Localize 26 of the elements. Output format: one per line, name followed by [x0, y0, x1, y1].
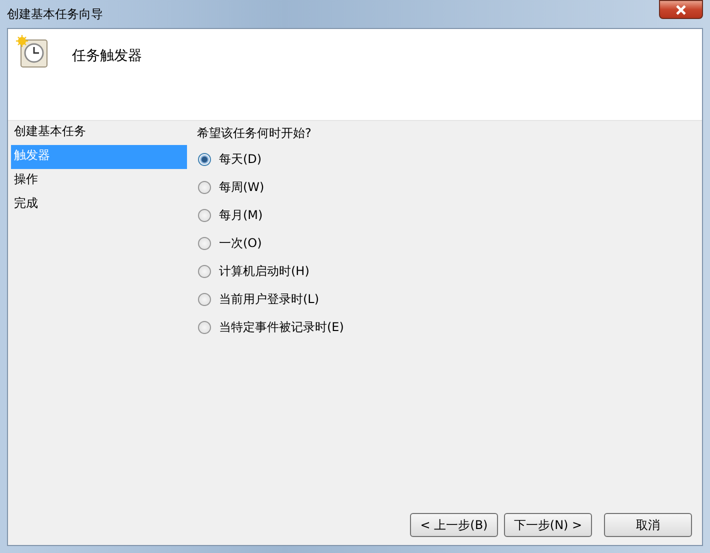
clock-icon	[16, 35, 50, 69]
radio-label: 当特定事件被记录时(E)	[219, 318, 344, 336]
radio-label: 每天(D)	[219, 150, 262, 168]
radio-label: 当前用户登录时(L)	[219, 290, 320, 308]
radio-button[interactable]	[198, 180, 211, 194]
close-icon	[674, 4, 688, 16]
radio-label: 计算机启动时(H)	[219, 262, 310, 280]
close-button[interactable]	[659, 0, 703, 19]
radio-label: 一次(O)	[219, 234, 262, 252]
question-label: 希望该任务何时开始?	[197, 125, 312, 142]
window-title: 创建基本任务向导	[7, 6, 103, 22]
sidebar-item[interactable]: 完成	[11, 193, 187, 217]
wizard-button[interactable]: 取消	[604, 513, 692, 537]
page-heading: 任务触发器	[72, 47, 142, 65]
radio-button[interactable]	[198, 208, 211, 222]
wizard-button[interactable]: 下一步(N) >	[504, 513, 592, 537]
radio-button[interactable]	[198, 236, 211, 250]
radio-button[interactable]	[198, 264, 211, 278]
radio-label: 每月(M)	[219, 206, 263, 224]
radio-button[interactable]	[198, 320, 211, 334]
sidebar-item[interactable]: 创建基本任务	[11, 121, 187, 145]
radio-label: 每周(W)	[219, 178, 264, 196]
wizard-button[interactable]: < 上一步(B)	[410, 513, 498, 537]
radio-button[interactable]	[198, 152, 211, 166]
sidebar-item[interactable]: 操作	[11, 169, 187, 193]
radio-button[interactable]	[198, 292, 211, 306]
